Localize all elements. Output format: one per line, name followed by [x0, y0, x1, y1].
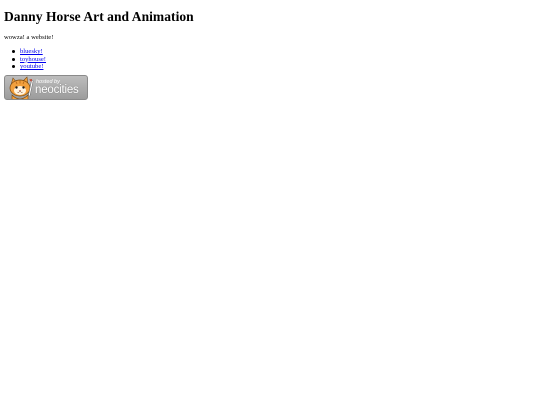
toyhouse-link[interactable]: toyhouse! — [20, 56, 46, 63]
list-item: toyhouse! — [12, 56, 534, 64]
neocities-cat-icon — [9, 75, 34, 99]
links-list: bluesky! toyhouse! youtube! — [4, 48, 534, 71]
neocities-badge[interactable]: hosted by neocities — [4, 74, 88, 100]
youtube-link[interactable]: youtube! — [20, 63, 43, 70]
neocities-logo-text: neocities — [35, 83, 79, 96]
tagline: wowza! a website! — [4, 34, 54, 41]
list-item: bluesky! — [12, 48, 534, 56]
bullet-icon — [12, 57, 15, 61]
list-item: youtube! — [12, 63, 534, 71]
bullet-icon — [12, 50, 15, 54]
page-title: Danny Horse Art and Animation — [4, 9, 194, 24]
bluesky-link[interactable]: bluesky! — [20, 48, 43, 55]
bullet-icon — [12, 65, 15, 69]
page-content: Danny Horse Art and Animation wowza! a w… — [4, 8, 534, 100]
